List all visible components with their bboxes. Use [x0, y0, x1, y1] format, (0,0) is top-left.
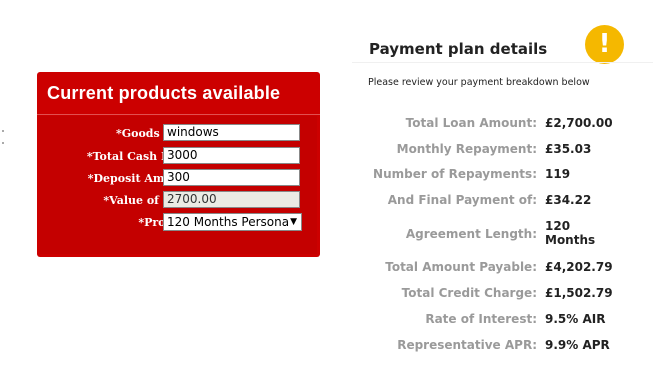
plan-row-label: Total Amount Payable:: [385, 260, 537, 274]
deposit-input[interactable]: [163, 169, 300, 186]
plan-row-label: And Final Payment of:: [387, 193, 537, 207]
plan-row-value: £4,202.79: [545, 260, 613, 274]
plan-row-label: Monthly Repayment:: [396, 142, 537, 156]
plan-row-value: £35.03: [545, 142, 592, 156]
plan-row-value: 9.5% AIR: [545, 312, 606, 326]
plan-row-value: 119: [545, 167, 571, 181]
plan-row-label: Rate of Interest:: [425, 312, 537, 326]
plan-row-value: £2,700.00: [545, 116, 613, 130]
exclamation-icon: !: [585, 25, 624, 64]
edge-mark: [2, 130, 4, 132]
product-select[interactable]: 120 Months Persona ▼: [163, 213, 302, 231]
plan-row-value: £1,502.79: [545, 286, 613, 300]
plan-row-label: Number of Repayments:: [373, 167, 537, 181]
plan-row-label: Agreement Length:: [405, 227, 537, 241]
plan-title: Payment plan details: [369, 40, 548, 58]
dropdown-arrow-icon: ▼: [290, 217, 297, 227]
product-selected-value: 120 Months Persona: [167, 215, 290, 229]
plan-row-value-unit: Months: [545, 233, 596, 247]
edge-mark: [2, 142, 4, 144]
deposit-row: *Deposit Amount:: [40, 169, 317, 189]
plan-row-value: 120: [545, 219, 571, 233]
loan-value-input: [163, 191, 300, 208]
plan-row-label: Total Loan Amount:: [405, 116, 537, 130]
plan-row-value: £34.22: [545, 193, 592, 207]
goods-desc-input[interactable]: [163, 124, 300, 141]
payment-plan-panel: Payment plan details ! Please review you…: [352, 0, 653, 367]
plan-subtitle: Please review your payment breakdown bel…: [368, 77, 590, 88]
plan-row-label: Representative APR:: [397, 338, 537, 352]
goods-desc-row: *Goods Desc:: [40, 124, 317, 144]
form-title: Current products available: [47, 83, 281, 103]
product-row: *Product: 120 Months Persona ▼: [40, 213, 317, 233]
cash-price-row: *Total Cash Price:: [40, 147, 317, 167]
products-form-panel: Current products available *Goods Desc: …: [37, 72, 320, 257]
form-body: *Goods Desc: *Total Cash Price: *Deposit…: [40, 116, 317, 254]
cash-price-input[interactable]: [163, 147, 300, 164]
loan-value-row: *Value of Loan:: [40, 191, 317, 211]
plan-header: Payment plan details !: [352, 0, 653, 64]
header-divider: [352, 62, 653, 63]
plan-row-value: 9.9% APR: [545, 338, 610, 352]
form-header: Current products available: [37, 72, 320, 115]
plan-row-label: Total Credit Charge:: [401, 286, 537, 300]
